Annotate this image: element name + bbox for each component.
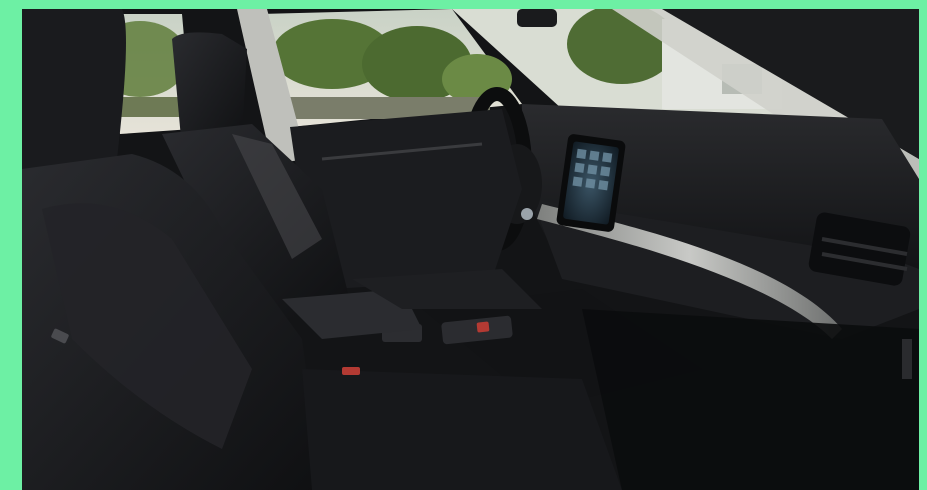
seatbelt-buckle <box>342 367 360 375</box>
rear-view-mirror <box>517 9 557 27</box>
car-interior-photo <box>22 9 919 490</box>
photo-frame <box>0 0 927 490</box>
door-controls <box>902 339 912 379</box>
driver-headrest <box>22 9 126 174</box>
car-interior-illustration <box>22 9 919 490</box>
footwell <box>582 309 919 490</box>
driver-cushion <box>302 369 622 490</box>
